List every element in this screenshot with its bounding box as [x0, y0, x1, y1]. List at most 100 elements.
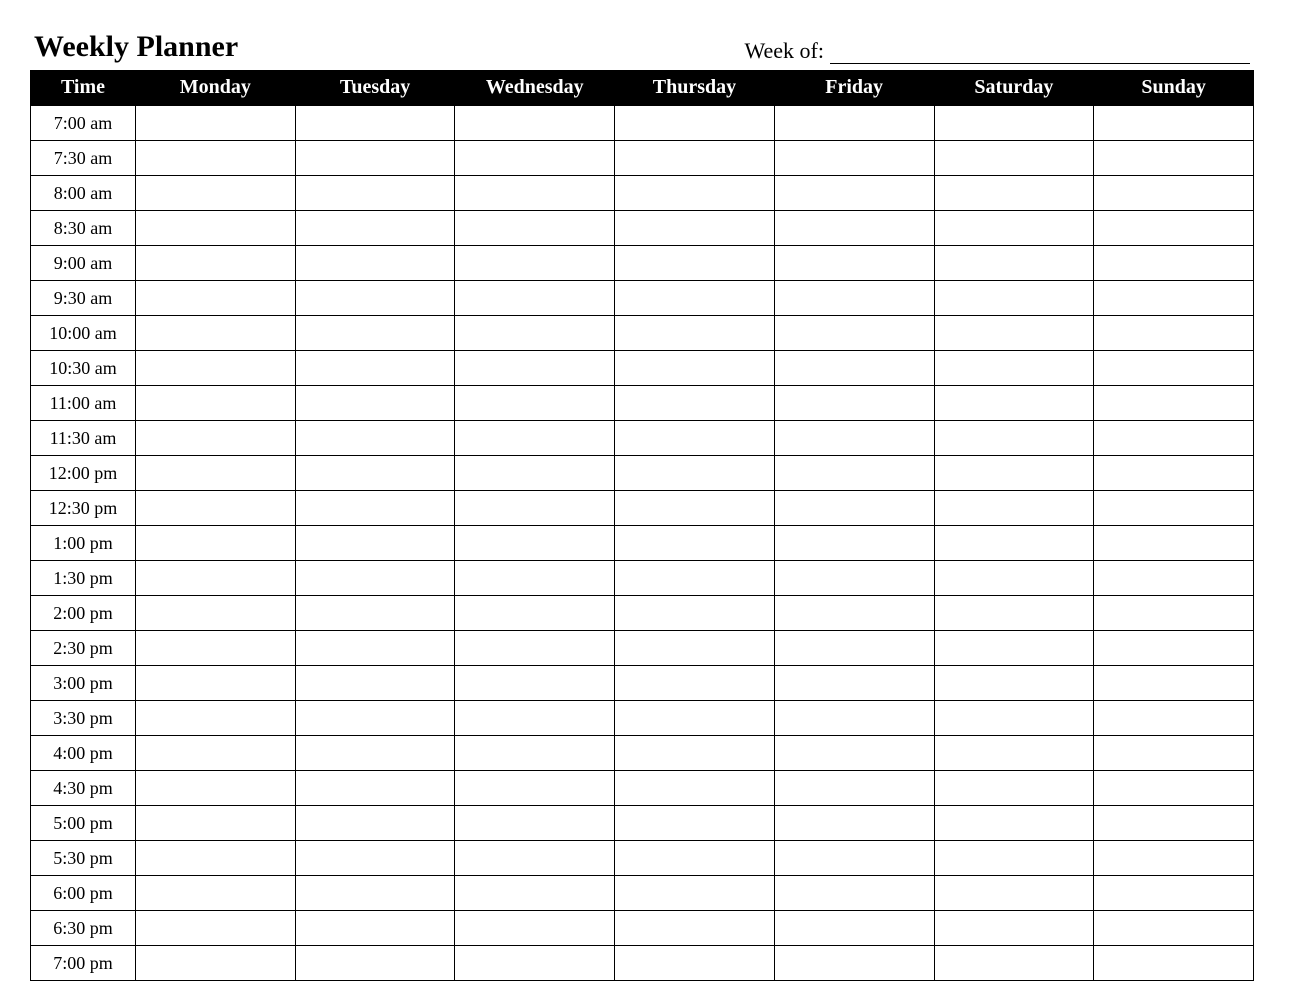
- slot-cell[interactable]: [774, 491, 934, 526]
- slot-cell[interactable]: [136, 386, 296, 421]
- slot-cell[interactable]: [934, 736, 1094, 771]
- slot-cell[interactable]: [136, 561, 296, 596]
- slot-cell[interactable]: [774, 176, 934, 211]
- slot-cell[interactable]: [1094, 736, 1254, 771]
- slot-cell[interactable]: [295, 246, 455, 281]
- slot-cell[interactable]: [615, 911, 775, 946]
- slot-cell[interactable]: [136, 911, 296, 946]
- slot-cell[interactable]: [774, 771, 934, 806]
- slot-cell[interactable]: [615, 106, 775, 141]
- slot-cell[interactable]: [1094, 456, 1254, 491]
- slot-cell[interactable]: [136, 526, 296, 561]
- slot-cell[interactable]: [295, 841, 455, 876]
- slot-cell[interactable]: [1094, 211, 1254, 246]
- slot-cell[interactable]: [455, 176, 615, 211]
- slot-cell[interactable]: [455, 631, 615, 666]
- slot-cell[interactable]: [455, 386, 615, 421]
- slot-cell[interactable]: [136, 176, 296, 211]
- slot-cell[interactable]: [455, 946, 615, 981]
- slot-cell[interactable]: [295, 106, 455, 141]
- slot-cell[interactable]: [615, 806, 775, 841]
- slot-cell[interactable]: [455, 806, 615, 841]
- slot-cell[interactable]: [615, 421, 775, 456]
- slot-cell[interactable]: [774, 106, 934, 141]
- slot-cell[interactable]: [1094, 596, 1254, 631]
- slot-cell[interactable]: [455, 246, 615, 281]
- slot-cell[interactable]: [136, 771, 296, 806]
- slot-cell[interactable]: [136, 491, 296, 526]
- slot-cell[interactable]: [934, 806, 1094, 841]
- slot-cell[interactable]: [455, 106, 615, 141]
- slot-cell[interactable]: [934, 176, 1094, 211]
- slot-cell[interactable]: [774, 386, 934, 421]
- slot-cell[interactable]: [295, 351, 455, 386]
- slot-cell[interactable]: [774, 456, 934, 491]
- slot-cell[interactable]: [774, 526, 934, 561]
- slot-cell[interactable]: [615, 246, 775, 281]
- slot-cell[interactable]: [934, 701, 1094, 736]
- slot-cell[interactable]: [295, 631, 455, 666]
- slot-cell[interactable]: [934, 316, 1094, 351]
- slot-cell[interactable]: [136, 106, 296, 141]
- slot-cell[interactable]: [136, 701, 296, 736]
- slot-cell[interactable]: [1094, 631, 1254, 666]
- slot-cell[interactable]: [295, 666, 455, 701]
- slot-cell[interactable]: [455, 771, 615, 806]
- slot-cell[interactable]: [136, 631, 296, 666]
- slot-cell[interactable]: [1094, 106, 1254, 141]
- slot-cell[interactable]: [774, 561, 934, 596]
- slot-cell[interactable]: [1094, 491, 1254, 526]
- slot-cell[interactable]: [615, 841, 775, 876]
- slot-cell[interactable]: [774, 666, 934, 701]
- slot-cell[interactable]: [774, 211, 934, 246]
- slot-cell[interactable]: [295, 526, 455, 561]
- slot-cell[interactable]: [774, 841, 934, 876]
- slot-cell[interactable]: [1094, 421, 1254, 456]
- slot-cell[interactable]: [615, 946, 775, 981]
- slot-cell[interactable]: [615, 526, 775, 561]
- slot-cell[interactable]: [934, 596, 1094, 631]
- slot-cell[interactable]: [295, 736, 455, 771]
- slot-cell[interactable]: [295, 421, 455, 456]
- slot-cell[interactable]: [615, 631, 775, 666]
- slot-cell[interactable]: [295, 876, 455, 911]
- slot-cell[interactable]: [774, 351, 934, 386]
- slot-cell[interactable]: [934, 911, 1094, 946]
- slot-cell[interactable]: [136, 666, 296, 701]
- slot-cell[interactable]: [455, 596, 615, 631]
- slot-cell[interactable]: [455, 876, 615, 911]
- slot-cell[interactable]: [455, 841, 615, 876]
- slot-cell[interactable]: [1094, 771, 1254, 806]
- slot-cell[interactable]: [295, 946, 455, 981]
- slot-cell[interactable]: [774, 631, 934, 666]
- slot-cell[interactable]: [1094, 806, 1254, 841]
- slot-cell[interactable]: [1094, 141, 1254, 176]
- slot-cell[interactable]: [295, 701, 455, 736]
- slot-cell[interactable]: [934, 491, 1094, 526]
- slot-cell[interactable]: [136, 456, 296, 491]
- slot-cell[interactable]: [455, 701, 615, 736]
- slot-cell[interactable]: [774, 596, 934, 631]
- slot-cell[interactable]: [615, 316, 775, 351]
- slot-cell[interactable]: [295, 211, 455, 246]
- slot-cell[interactable]: [615, 351, 775, 386]
- slot-cell[interactable]: [1094, 281, 1254, 316]
- slot-cell[interactable]: [455, 316, 615, 351]
- slot-cell[interactable]: [615, 771, 775, 806]
- slot-cell[interactable]: [934, 561, 1094, 596]
- slot-cell[interactable]: [1094, 176, 1254, 211]
- slot-cell[interactable]: [934, 771, 1094, 806]
- slot-cell[interactable]: [136, 281, 296, 316]
- slot-cell[interactable]: [1094, 316, 1254, 351]
- slot-cell[interactable]: [774, 141, 934, 176]
- slot-cell[interactable]: [1094, 666, 1254, 701]
- slot-cell[interactable]: [774, 701, 934, 736]
- slot-cell[interactable]: [934, 246, 1094, 281]
- slot-cell[interactable]: [136, 141, 296, 176]
- slot-cell[interactable]: [615, 491, 775, 526]
- slot-cell[interactable]: [934, 421, 1094, 456]
- slot-cell[interactable]: [295, 596, 455, 631]
- slot-cell[interactable]: [934, 666, 1094, 701]
- slot-cell[interactable]: [774, 316, 934, 351]
- slot-cell[interactable]: [615, 176, 775, 211]
